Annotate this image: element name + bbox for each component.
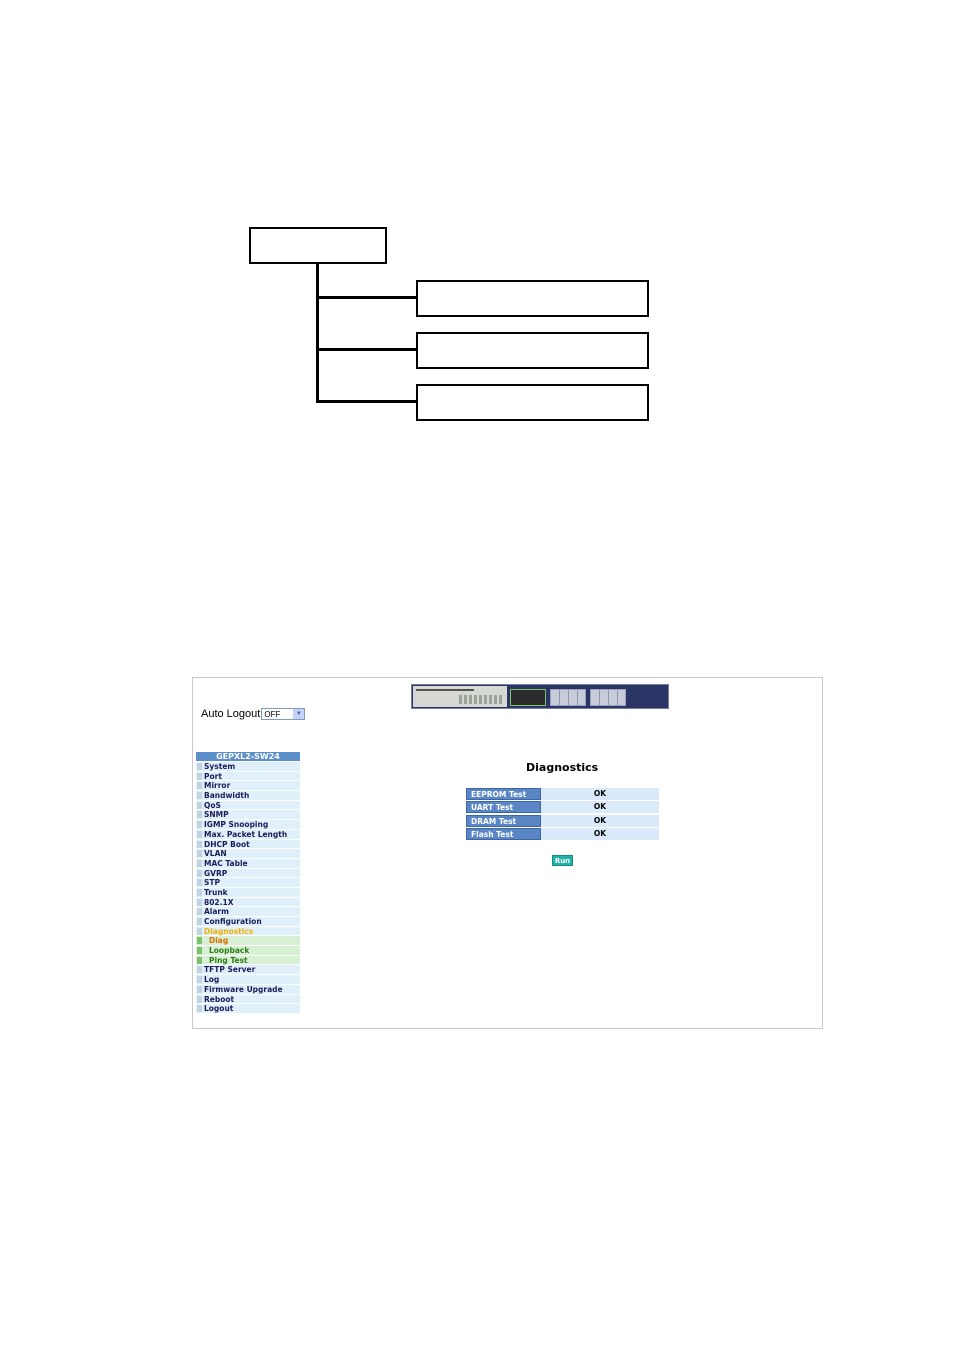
diagnostics-results-table: EEPROM Test OK UART Test OK DRAM Test OK… (466, 788, 659, 842)
diagram-branch-line-1 (316, 296, 418, 299)
chevron-down-icon[interactable]: ▼ (293, 709, 305, 719)
sidebar-item-stp[interactable]: STP (196, 878, 300, 887)
test-label: DRAM Test (466, 814, 541, 827)
test-result: OK (541, 801, 659, 814)
auto-logout-select[interactable]: OFF ▼ (261, 708, 306, 720)
led-indicators (459, 695, 503, 704)
test-label: UART Test (466, 801, 541, 814)
switch-front-panel-image (411, 684, 669, 709)
test-label: EEPROM Test (466, 788, 541, 800)
sidebar-item-max-packet-length[interactable]: Max. Packet Length (196, 829, 300, 839)
test-result: OK (541, 788, 659, 800)
diagram-branch-line-3 (316, 400, 418, 403)
port-block-3[interactable] (590, 689, 626, 706)
sidebar-subitem-diag[interactable]: Diag (196, 936, 300, 945)
table-row: DRAM Test OK (466, 814, 659, 827)
test-result: OK (541, 814, 659, 827)
sidebar-item-log[interactable]: Log (196, 975, 300, 984)
sidebar-title: GEPXL2-SW24 (196, 752, 300, 761)
auto-logout-label: Auto Logout (201, 708, 261, 720)
auto-logout-value: OFF (264, 710, 281, 719)
sidebar-item-trunk[interactable]: Trunk (196, 887, 300, 897)
port-block-2[interactable] (550, 689, 586, 706)
table-row: EEPROM Test OK (466, 788, 659, 800)
table-row: Flash Test OK (466, 828, 659, 841)
sidebar-item-mac-table[interactable]: MAC Table (196, 858, 300, 868)
sidebar-item-diagnostics[interactable]: Diagnostics (196, 926, 300, 936)
device-faceplate (413, 686, 507, 707)
sidebar-item-tftp-server[interactable]: TFTP Server (196, 965, 300, 974)
run-button[interactable]: Run (552, 855, 573, 866)
sidebar-item-bandwidth[interactable]: Bandwidth (196, 791, 300, 800)
diagram-branch-line-2 (316, 348, 418, 351)
auto-logout-control: Auto Logout OFF ▼ (201, 708, 306, 720)
sidebar-item-gvrp[interactable]: GVRP (196, 868, 300, 877)
sidebar-item-snmp[interactable]: SNMP (196, 810, 300, 819)
sidebar-subitem-loopback[interactable]: Loopback (196, 946, 300, 955)
sidebar-item-logout[interactable]: Logout (196, 1004, 300, 1013)
sidebar-subitem-ping-test[interactable]: Ping Test (196, 955, 300, 965)
test-label: Flash Test (466, 828, 541, 841)
sidebar-item-reboot[interactable]: Reboot (196, 994, 300, 1003)
diagram-root-box (249, 227, 387, 264)
switch-web-ui-frame: Auto Logout OFF ▼ GEPXL2-SW24 System Por… (192, 677, 823, 1029)
sidebar-item-qos[interactable]: QoS (196, 800, 300, 810)
sidebar-item-dhcp-boot[interactable]: DHCP Boot (196, 839, 300, 848)
sidebar-item-alarm[interactable]: Alarm (196, 907, 300, 916)
sidebar-item-configuration[interactable]: Configuration (196, 917, 300, 926)
port-block-1[interactable] (510, 689, 546, 706)
sidebar-item-system[interactable]: System (196, 762, 300, 771)
sidebar-item-port[interactable]: Port (196, 771, 300, 781)
sidebar-menu: GEPXL2-SW24 System Port Mirror Bandwidth… (196, 752, 300, 1014)
table-row: UART Test OK (466, 801, 659, 814)
diagram-child-box-1 (416, 280, 649, 317)
sidebar-item-8021x[interactable]: 802.1X (196, 897, 300, 906)
diagram-trunk-line (316, 263, 319, 403)
sidebar-item-firmware-upgrade[interactable]: Firmware Upgrade (196, 984, 300, 994)
sidebar-item-mirror[interactable]: Mirror (196, 781, 300, 790)
sidebar-item-igmp-snooping[interactable]: IGMP Snooping (196, 820, 300, 829)
diagram-child-box-3 (416, 384, 649, 421)
test-result: OK (541, 828, 659, 841)
sidebar-item-vlan[interactable]: VLAN (196, 849, 300, 858)
diagram-child-box-2 (416, 332, 649, 369)
page-title: Diagnostics (526, 761, 599, 774)
